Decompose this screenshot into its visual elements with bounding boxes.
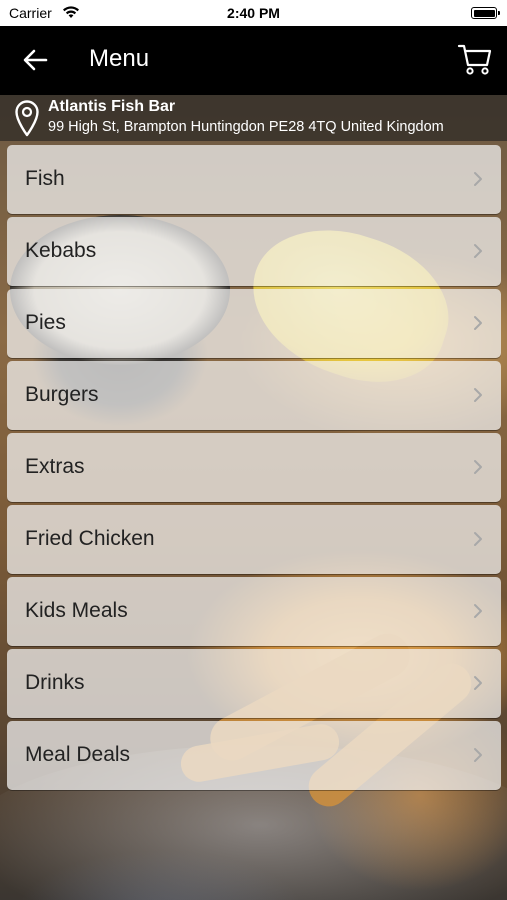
chevron-right-icon (474, 676, 482, 690)
menu-item-fish[interactable]: Fish (7, 145, 501, 214)
menu-item-label: Extras (25, 455, 85, 478)
menu-item-label: Fried Chicken (25, 527, 155, 550)
menu-item-kids-meals[interactable]: Kids Meals (7, 577, 501, 646)
menu-item-label: Kebabs (25, 239, 97, 262)
shopping-cart-icon[interactable] (457, 41, 493, 77)
menu-item-burgers[interactable]: Burgers (7, 361, 501, 430)
menu-item-label: Burgers (25, 383, 99, 406)
restaurant-address: 99 High St, Brampton Huntingdon PE28 4TQ… (48, 119, 444, 135)
menu-item-label: Meal Deals (25, 743, 131, 766)
menu-item-label: Pies (25, 311, 66, 334)
page-title: Menu (89, 45, 150, 72)
battery-full-icon (471, 7, 500, 19)
menu-item-fried-chicken[interactable]: Fried Chicken (7, 505, 501, 574)
menu-item-kebabs[interactable]: Kebabs (7, 217, 501, 286)
menu-item-extras[interactable]: Extras (7, 433, 501, 502)
chevron-right-icon (474, 316, 482, 330)
menu-item-pies[interactable]: Pies (7, 289, 501, 358)
chevron-right-icon (474, 532, 482, 546)
menu-item-label: Fish (25, 167, 65, 190)
chevron-right-icon (474, 172, 482, 186)
chevron-right-icon (474, 388, 482, 402)
nav-header: Menu (0, 26, 507, 95)
restaurant-info: Atlantis Fish Bar 99 High St, Brampton H… (0, 95, 507, 141)
menu-item-drinks[interactable]: Drinks (7, 649, 501, 718)
chevron-right-icon (474, 244, 482, 258)
location-pin-icon (15, 100, 39, 137)
menu-item-label: Drinks (25, 671, 85, 694)
status-bar: Carrier 2:40 PM (0, 0, 507, 26)
clock-time: 2:40 PM (227, 5, 280, 21)
menu-category-list: Fish Kebabs Pies Burgers Extras Fried Ch… (7, 145, 501, 793)
arrow-left-icon[interactable] (20, 46, 50, 74)
chevron-right-icon (474, 748, 482, 762)
menu-item-meal-deals[interactable]: Meal Deals (7, 721, 501, 790)
menu-item-label: Kids Meals (25, 599, 128, 622)
chevron-right-icon (474, 604, 482, 618)
restaurant-name: Atlantis Fish Bar (48, 98, 176, 115)
chevron-right-icon (474, 460, 482, 474)
